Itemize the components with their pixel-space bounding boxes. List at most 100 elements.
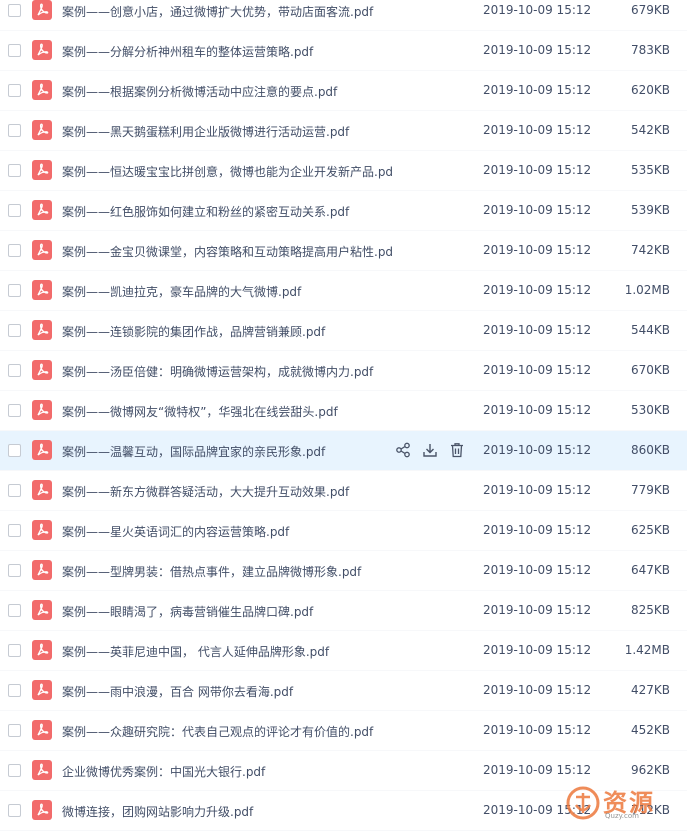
row-checkbox[interactable] (8, 804, 21, 817)
pdf-file-icon (32, 0, 52, 20)
row-checkbox[interactable] (8, 404, 21, 417)
file-name[interactable]: 案例——连锁影院的集团作战，品牌营销兼顾.pdf (62, 323, 392, 340)
file-name[interactable]: 案例——星火英语词汇的内容运营策略.pdf (62, 523, 392, 540)
pdf-file-icon (32, 240, 52, 260)
file-row[interactable]: 案例——根据案例分析微博活动中应注意的要点.pdf 2019-10-09 15:1… (0, 71, 687, 111)
pdf-file-icon (32, 800, 52, 820)
file-name[interactable]: 案例——凯迪拉克，豪车品牌的大气微博.pdf (62, 283, 392, 300)
row-checkbox[interactable] (8, 164, 21, 177)
file-name[interactable]: 企业微博优秀案例：中国光大银行.pdf (62, 763, 392, 780)
watermark: 资源 Quzy.com (563, 785, 683, 821)
file-row[interactable]: 案例——红色服饰如何建立和粉丝的紧密互动关系.pdf 2019-10-09 15:… (0, 191, 687, 231)
file-row[interactable]: 案例——恒达暖宝宝比拼创意，微博也能为企业开发新产品.pdf 2019-10-09… (0, 151, 687, 191)
row-checkbox[interactable] (8, 764, 21, 777)
row-checkbox[interactable] (8, 444, 21, 457)
file-row[interactable]: 案例——雨中浪漫，百合 网带你去看海.pdf 2019-10-09 15:12 42… (0, 671, 687, 711)
share-icon[interactable] (395, 442, 411, 458)
file-name[interactable]: 案例——黑天鹅蛋糕利用企业版微博进行活动运营.pdf (62, 123, 392, 140)
file-size: 670KB (630, 363, 670, 377)
row-checkbox[interactable] (8, 644, 21, 657)
row-checkbox[interactable] (8, 524, 21, 537)
file-name[interactable]: 案例——新东方微群答疑活动，大大提升互动效果.pdf (62, 483, 392, 500)
pdf-file-icon (32, 600, 52, 620)
file-row[interactable]: 案例——型牌男装：借热点事件，建立品牌微博形象.pdf 2019-10-09 15… (0, 551, 687, 591)
file-row[interactable]: 案例——汤臣倍健：明确微博运营架构，成就微博内力.pdf 2019-10-09 1… (0, 351, 687, 391)
file-name[interactable]: 案例——根据案例分析微博活动中应注意的要点.pdf (62, 83, 392, 100)
pdf-file-icon (32, 280, 52, 300)
file-name[interactable]: 案例——汤臣倍健：明确微博运营架构，成就微博内力.pdf (62, 363, 392, 380)
row-checkbox[interactable] (8, 44, 21, 57)
row-checkbox[interactable] (8, 364, 21, 377)
row-checkbox[interactable] (8, 684, 21, 697)
row-checkbox[interactable] (8, 244, 21, 257)
file-size: 962KB (630, 763, 670, 777)
file-row[interactable]: 案例——分解分析神州租车的整体运营策略.pdf 2019-10-09 15:12 7… (0, 31, 687, 71)
file-row[interactable]: 案例——英菲尼迪中国， 代言人延伸品牌形象.pdf 2019-10-09 15:1… (0, 631, 687, 671)
file-size: 647KB (630, 563, 670, 577)
pdf-file-icon (32, 400, 52, 420)
pdf-file-icon (32, 360, 52, 380)
file-name[interactable]: 案例——型牌男装：借热点事件，建立品牌微博形象.pdf (62, 563, 392, 580)
file-time: 2019-10-09 15:12 (483, 323, 592, 337)
row-checkbox[interactable] (8, 284, 21, 297)
file-name[interactable]: 案例——分解分析神州租车的整体运营策略.pdf (62, 43, 392, 60)
file-name[interactable]: 案例——红色服饰如何建立和粉丝的紧密互动关系.pdf (62, 203, 392, 220)
file-size: 620KB (630, 83, 670, 97)
file-size: 825KB (630, 603, 670, 617)
file-time: 2019-10-09 15:12 (483, 363, 592, 377)
file-size: 539KB (630, 203, 670, 217)
row-checkbox[interactable] (8, 324, 21, 337)
pdf-file-icon (32, 480, 52, 500)
pdf-file-icon (32, 160, 52, 180)
row-checkbox[interactable] (8, 84, 21, 97)
file-row[interactable]: 案例——微博网友“微特权”，华强北在线尝甜头.pdf 2019-10-09 15:… (0, 391, 687, 431)
file-size: 535KB (630, 163, 670, 177)
delete-icon[interactable] (449, 442, 465, 458)
file-row[interactable]: 案例——新东方微群答疑活动，大大提升互动效果.pdf 2019-10-09 15:… (0, 471, 687, 511)
file-time: 2019-10-09 15:12 (483, 763, 592, 777)
file-time: 2019-10-09 15:12 (483, 243, 592, 257)
file-row[interactable]: 案例——星火英语词汇的内容运营策略.pdf 2019-10-09 15:12 625… (0, 511, 687, 551)
file-name[interactable]: 案例——雨中浪漫，百合 网带你去看海.pdf (62, 683, 392, 700)
file-name[interactable]: 案例——创意小店，通过微博扩大优势，带动店面客流.pdf (62, 3, 392, 20)
file-size: 742KB (630, 243, 670, 257)
row-checkbox[interactable] (8, 604, 21, 617)
file-row[interactable]: 案例——连锁影院的集团作战，品牌营销兼顾.pdf 2019-10-09 15:12… (0, 311, 687, 351)
download-icon[interactable] (422, 442, 438, 458)
row-checkbox[interactable] (8, 564, 21, 577)
file-name[interactable]: 案例——金宝贝微课堂，内容策略和互动策略提高用户粘性.pdf (62, 243, 392, 260)
file-row[interactable]: 案例——温馨互动，国际品牌宜家的亲民形象.pdf 2019-10-09 15:12… (0, 431, 687, 471)
row-checkbox[interactable] (8, 4, 21, 17)
file-name[interactable]: 案例——微博网友“微特权”，华强北在线尝甜头.pdf (62, 403, 392, 420)
file-time: 2019-10-09 15:12 (483, 523, 592, 537)
file-name[interactable]: 案例——温馨互动，国际品牌宜家的亲民形象.pdf (62, 443, 392, 460)
pdf-file-icon (32, 720, 52, 740)
row-checkbox[interactable] (8, 124, 21, 137)
file-row[interactable]: 案例——黑天鹅蛋糕利用企业版微博进行活动运营.pdf 2019-10-09 15:… (0, 111, 687, 151)
pdf-file-icon (32, 680, 52, 700)
file-size: 1.02MB (624, 283, 670, 297)
row-actions (395, 442, 476, 458)
file-size: 1.42MB (624, 643, 670, 657)
row-checkbox[interactable] (8, 484, 21, 497)
file-time: 2019-10-09 15:12 (483, 163, 592, 177)
file-time: 2019-10-09 15:12 (483, 443, 592, 457)
file-row[interactable]: 案例——创意小店，通过微博扩大优势，带动店面客流.pdf 2019-10-09 1… (0, 0, 687, 31)
watermark-url: Quzy.com (605, 812, 639, 820)
row-checkbox[interactable] (8, 724, 21, 737)
row-checkbox[interactable] (8, 204, 21, 217)
file-name[interactable]: 案例——恒达暖宝宝比拼创意，微博也能为企业开发新产品.pdf (62, 163, 392, 180)
file-name[interactable]: 微博连接，团购网站影响力升级.pdf (62, 803, 392, 820)
file-name[interactable]: 案例——眼睛渴了，病毒营销催生品牌口碑.pdf (62, 603, 392, 620)
file-name[interactable]: 案例——英菲尼迪中国， 代言人延伸品牌形象.pdf (62, 643, 392, 660)
file-row[interactable]: 案例——凯迪拉克，豪车品牌的大气微博.pdf 2019-10-09 15:12 1.… (0, 271, 687, 311)
file-row[interactable]: 案例——金宝贝微课堂，内容策略和互动策略提高用户粘性.pdf 2019-10-09… (0, 231, 687, 271)
file-time: 2019-10-09 15:12 (483, 203, 592, 217)
file-row[interactable]: 案例——眼睛渴了，病毒营销催生品牌口碑.pdf 2019-10-09 15:12 8… (0, 591, 687, 631)
pdf-file-icon (32, 320, 52, 340)
file-time: 2019-10-09 15:12 (483, 563, 592, 577)
file-name[interactable]: 案例——众趣研究院：代表自己观点的评论才有价值的.pdf (62, 723, 392, 740)
file-row[interactable]: 案例——众趣研究院：代表自己观点的评论才有价值的.pdf 2019-10-09 1… (0, 711, 687, 751)
file-size: 860KB (630, 443, 670, 457)
file-time: 2019-10-09 15:12 (483, 723, 592, 737)
